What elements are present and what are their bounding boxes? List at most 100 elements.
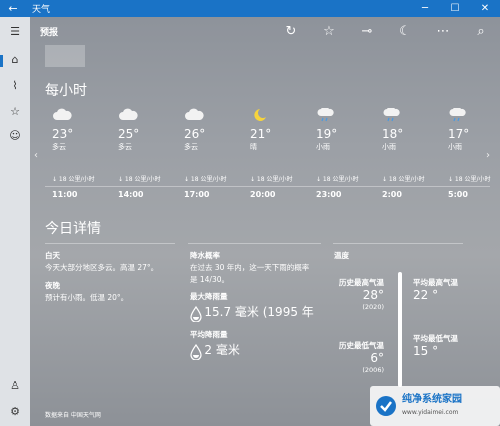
hourly-wind: ↓ 18 公里/小时	[448, 176, 491, 183]
hist-low: 历史最低气温 6° (2006)	[334, 340, 384, 376]
avg-rain-label: 平均降雨量	[190, 330, 228, 339]
today-title: 今日详情	[45, 221, 101, 237]
day-night-panel: 白天 今天大部分地区多云。高温 27°。 夜晚 预计有小雨。低温 20°。	[45, 250, 185, 304]
day-text: 今天大部分地区多云。高温 27°。	[45, 263, 159, 272]
hourly-forecast: 23° 多云 ↓ 18 公里/小时 11:00 25° 多云 ↓ 18 公里/小时 14:00…	[45, 108, 491, 203]
hourly-condition: 多云	[184, 143, 198, 151]
account-icon[interactable]: ♙	[0, 379, 30, 392]
cloud-icon	[52, 108, 112, 122]
night-text: 预计有小雨。低温 20°。	[45, 293, 129, 302]
maximize-button[interactable]: ☐	[440, 3, 470, 14]
avg-low: 平均最低气温 15 °	[413, 333, 458, 357]
precip-text-1: 在过去 30 年内，这一天下雨的概率	[190, 263, 310, 272]
hist-low-year: (2006)	[362, 366, 384, 374]
precip-text-2: 是 14/30。	[190, 275, 229, 284]
forecast-label: 预报	[40, 27, 59, 38]
temp-label: 温度	[334, 251, 349, 260]
location-card	[45, 45, 85, 67]
hourly-time: 2:00	[382, 190, 402, 199]
hourly-time: 5:00	[448, 190, 468, 199]
hourly-temp: 26°	[184, 127, 206, 141]
raindrop-icon	[190, 306, 202, 322]
hourly-wind: ↓ 18 公里/小时	[184, 176, 227, 183]
cloud-icon	[184, 108, 244, 122]
favorites-icon[interactable]: ☆	[0, 105, 30, 118]
hourly-condition: 多云	[118, 143, 132, 151]
hourly-condition: 小雨	[382, 143, 396, 151]
watermark-url: www.yidaimei.com	[402, 409, 459, 416]
watermark: 纯净系统家园 www.yidaimei.com	[370, 386, 500, 426]
max-rain-row: 15.7 毫米 (1995 年	[190, 306, 330, 322]
sidebar: ☰ ⌂ ⌇ ☆ ☺ ♙ ⚙	[0, 17, 30, 426]
avg-rain-value: 2 毫米	[204, 343, 240, 357]
avg-rain-row: 2 毫米	[190, 344, 330, 360]
toolbar: 预报 ↻ ☆ ⊸ ☾ ⋯ ⌕	[30, 17, 500, 45]
hourly-divider	[45, 186, 490, 187]
hourly-time: 20:00	[250, 190, 276, 199]
hist-high-year: (2020)	[362, 303, 384, 311]
hourly-time: 14:00	[118, 190, 144, 199]
search-icon[interactable]: ⌕	[462, 24, 500, 39]
more-icon[interactable]: ⋯	[424, 24, 462, 39]
rain-icon	[448, 108, 500, 122]
avg-high-value: 22 °	[413, 288, 439, 302]
hourly-condition: 多云	[52, 143, 66, 151]
hist-high: 历史最高气温 28° (2020)	[334, 277, 384, 313]
hourly-wind: ↓ 18 公里/小时	[382, 176, 425, 183]
day-label: 白天	[45, 251, 60, 260]
raindrop-icon	[190, 344, 202, 360]
cloud-icon	[118, 108, 178, 122]
precip-divider	[188, 243, 321, 244]
hourly-wind: ↓ 18 公里/小时	[250, 176, 293, 183]
hourly-time: 17:00	[184, 190, 210, 199]
rain-icon	[316, 108, 376, 122]
data-source: 数据来自 中国天气网	[45, 412, 101, 419]
hourly-temp: 19°	[316, 127, 338, 141]
hourly-temp: 17°	[448, 127, 470, 141]
temperature-range-bar	[398, 272, 402, 387]
moon-icon	[250, 108, 310, 122]
scroll-left-icon[interactable]: ‹	[34, 150, 38, 161]
hourly-temp: 23°	[52, 127, 74, 141]
menu-icon[interactable]: ☰	[0, 25, 30, 38]
avg-low-value: 15 °	[413, 344, 439, 358]
hourly-temp: 25°	[118, 127, 140, 141]
watermark-name: 纯净系统家园	[402, 394, 462, 405]
rain-icon	[382, 108, 442, 122]
hourly-time: 23:00	[316, 190, 342, 199]
hourly-time: 11:00	[52, 190, 78, 199]
title-bar: ← 天气 ─ ☐ ✕	[0, 0, 500, 17]
hourly-temp: 18°	[382, 127, 404, 141]
close-button[interactable]: ✕	[470, 3, 500, 14]
max-rain-value: 15.7 毫米 (1995 年	[204, 305, 314, 319]
hourly-condition: 小雨	[316, 143, 330, 151]
hourly-condition: 小雨	[448, 143, 462, 151]
avg-high: 平均最高气温 22 °	[413, 277, 458, 301]
home-icon[interactable]: ⌂	[0, 53, 30, 67]
hourly-title: 每小时	[45, 83, 87, 99]
hourly-wind: ↓ 18 公里/小时	[52, 176, 95, 183]
back-button[interactable]: ←	[0, 2, 26, 15]
day-divider	[45, 243, 175, 244]
window-title: 天气	[32, 5, 51, 15]
hist-low-value: 6°	[370, 351, 384, 365]
precip-panel: 降水概率 在过去 30 年内，这一天下雨的概率 是 14/30。 最大降雨量 1…	[190, 250, 330, 360]
hourly-condition: 晴	[250, 143, 257, 151]
night-label: 夜晚	[45, 281, 60, 290]
settings-icon[interactable]: ⚙	[0, 405, 30, 418]
minimize-button[interactable]: ─	[410, 3, 440, 14]
refresh-icon[interactable]: ↻	[272, 24, 310, 39]
precip-label: 降水概率	[190, 251, 220, 260]
max-rain-label: 最大降雨量	[190, 292, 228, 301]
temp-divider	[333, 243, 463, 244]
favorite-star-icon[interactable]: ☆	[310, 24, 348, 39]
chart-icon[interactable]: ⌇	[0, 79, 30, 92]
watermark-logo-icon	[376, 396, 396, 416]
theme-moon-icon[interactable]: ☾	[386, 24, 424, 39]
hourly-wind: ↓ 18 公里/小时	[118, 176, 161, 183]
smiley-icon[interactable]: ☺	[0, 129, 30, 142]
hourly-wind: ↓ 18 公里/小时	[316, 176, 359, 183]
pin-icon[interactable]: ⊸	[348, 24, 386, 39]
hourly-temp: 21°	[250, 127, 272, 141]
hist-high-value: 28°	[362, 288, 384, 302]
